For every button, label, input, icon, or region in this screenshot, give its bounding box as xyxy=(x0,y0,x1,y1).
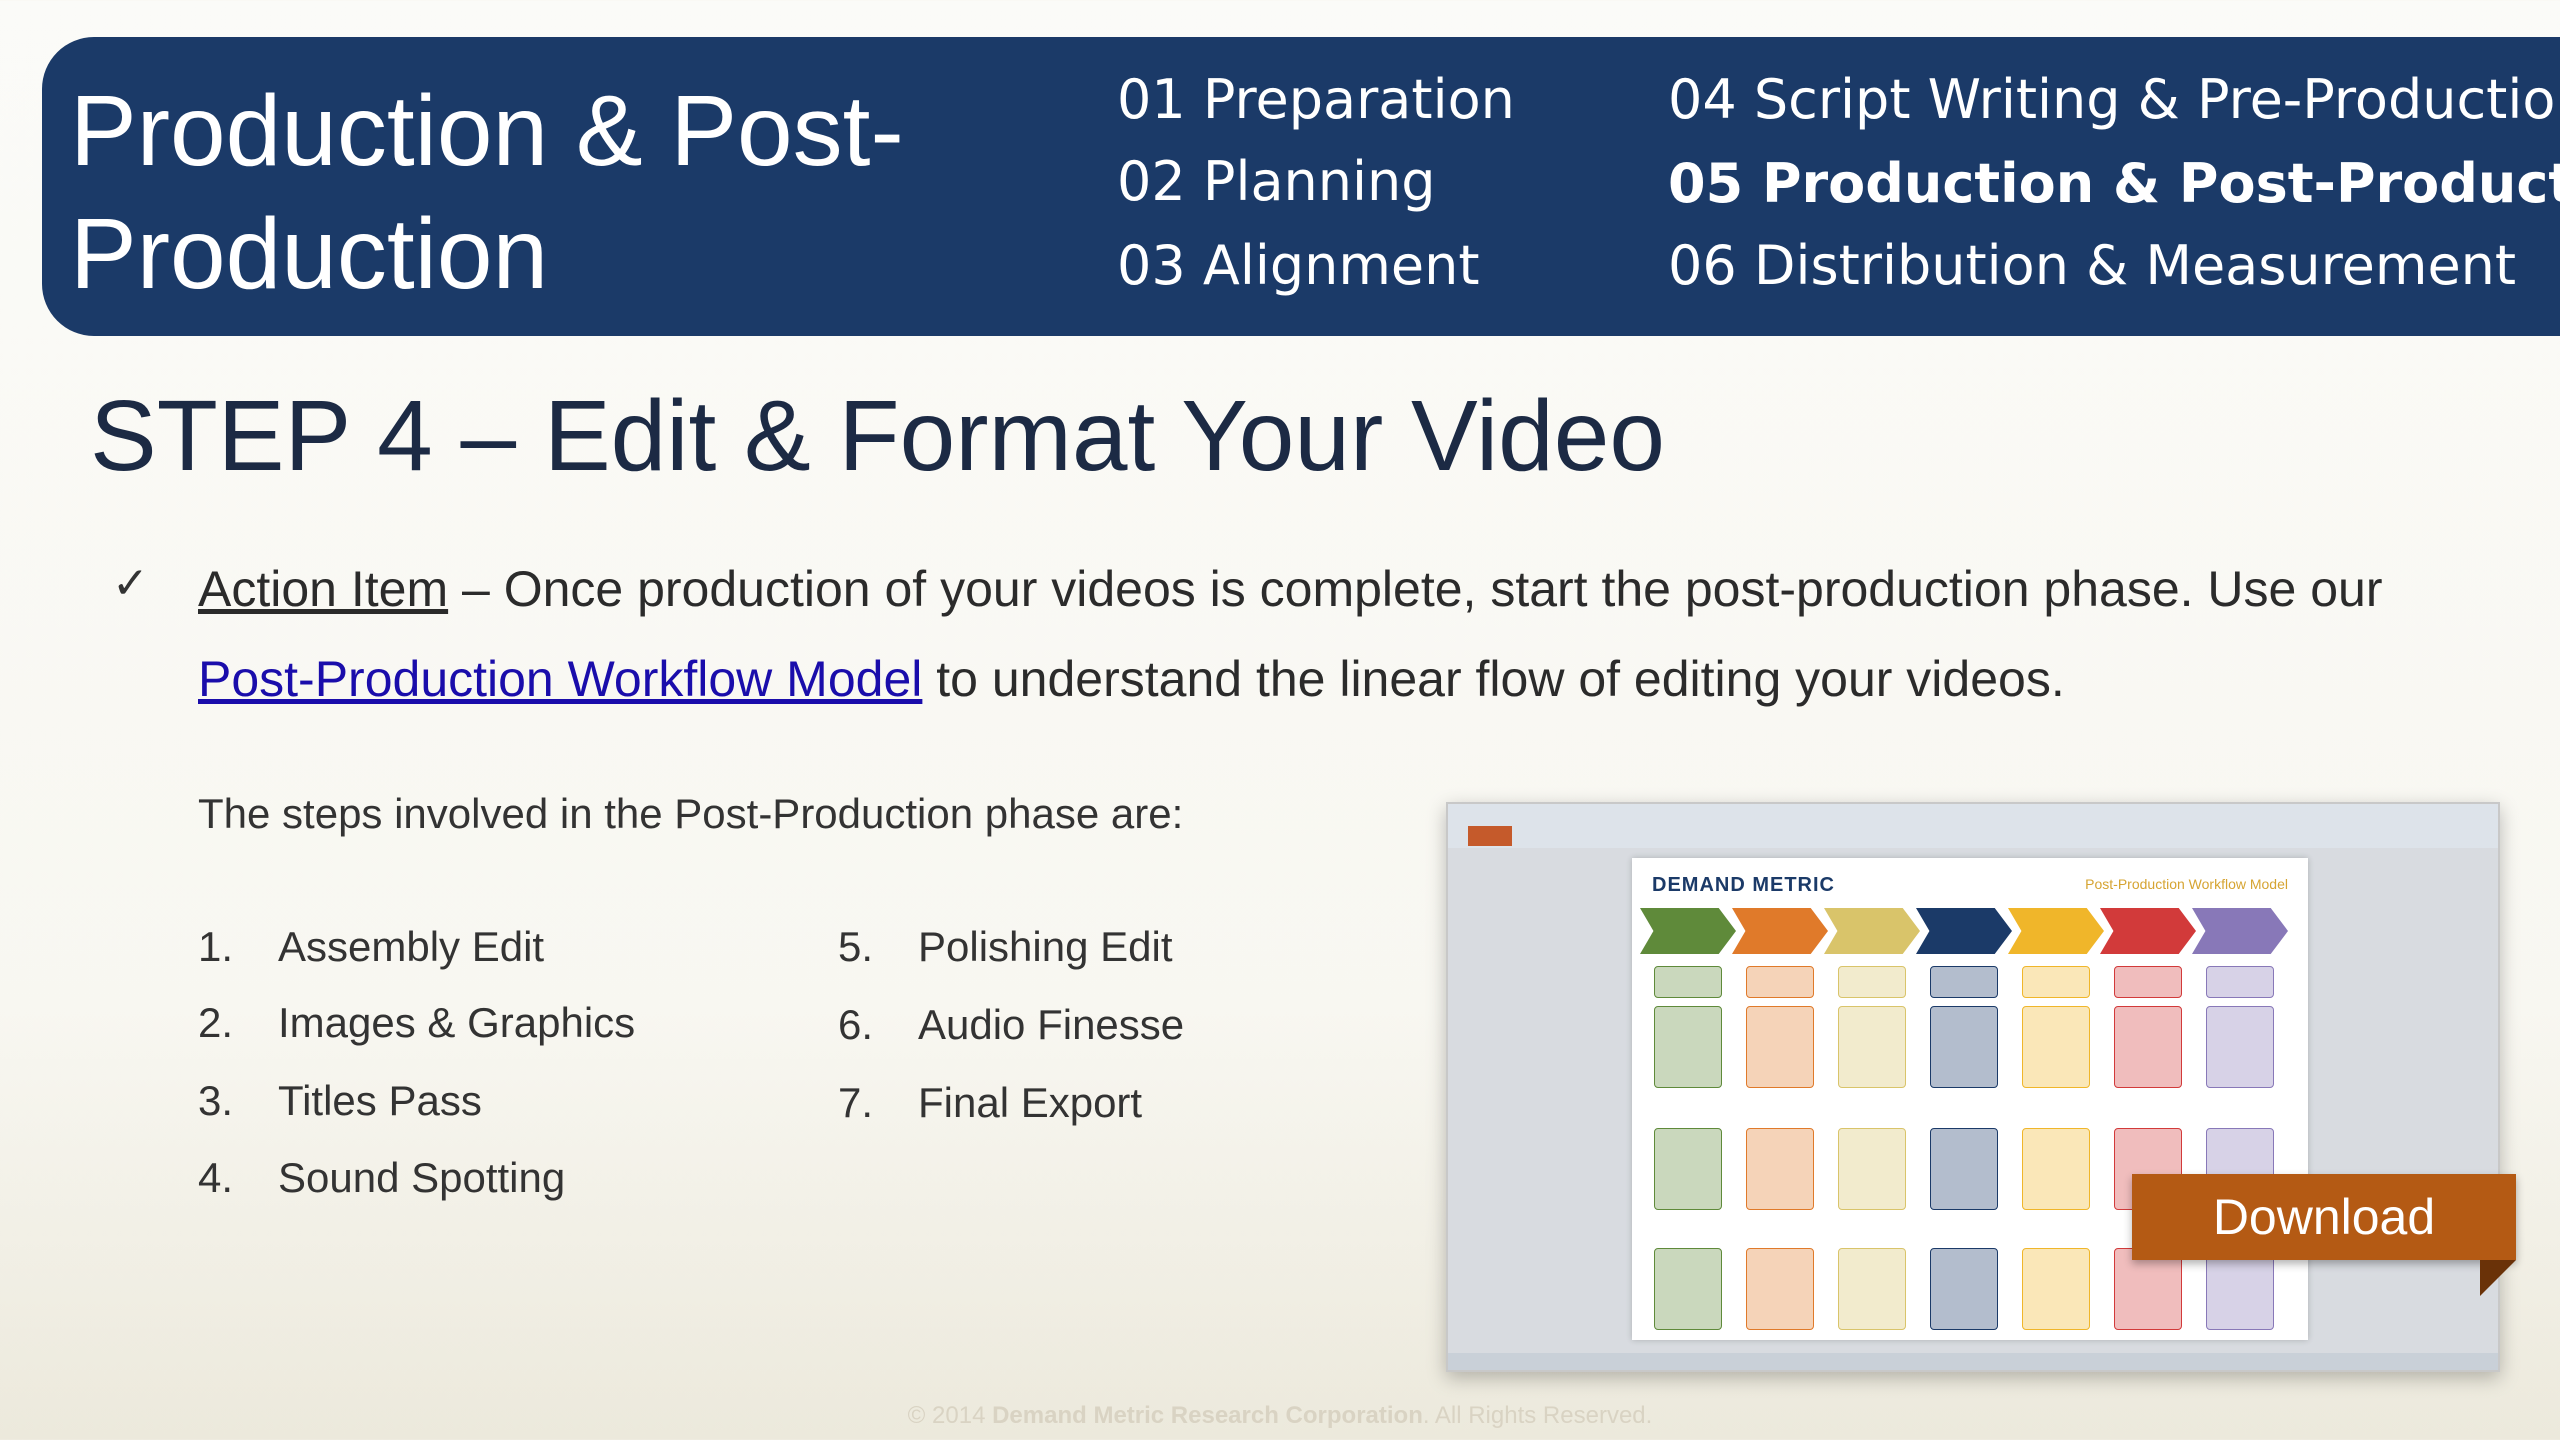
deck-section-title: Production & Post-Production xyxy=(70,75,904,310)
thumbnail-task-box xyxy=(1746,1248,1814,1330)
thumbnail-task-box xyxy=(2206,1006,2274,1088)
nav-item-script-writing[interactable]: 04 Script Writing & Pre-Production xyxy=(1668,70,2560,130)
nav-item-preparation[interactable]: 01 Preparation xyxy=(1117,70,1515,130)
step-title: STEP 4 – Edit & Format Your Video xyxy=(90,380,1665,492)
thumbnail-stage-chevron xyxy=(2008,908,2104,954)
step-item-7: 7. Final Export xyxy=(838,1079,1143,1126)
thumbnail-task-box xyxy=(2114,1006,2182,1088)
thumbnail-stage-chevron xyxy=(1732,908,1828,954)
thumbnail-task-box xyxy=(1746,1006,1814,1088)
thumbnail-stage-chevron xyxy=(2100,908,2196,954)
thumbnail-task-box xyxy=(2114,1248,2182,1330)
thumbnail-task-box xyxy=(2206,966,2274,998)
check-icon: ✓ xyxy=(112,558,149,609)
thumbnail-task-box xyxy=(1930,1006,1998,1088)
workflow-model-thumbnail[interactable]: DEMAND METRIC Post-Production Workflow M… xyxy=(1446,802,2500,1372)
step-item-4: 4. Sound Spotting xyxy=(198,1154,566,1201)
thumbnail-task-box xyxy=(1930,1248,1998,1330)
nav-item-distribution[interactable]: 06 Distribution & Measurement xyxy=(1668,236,2516,296)
thumbnail-task-box xyxy=(1746,966,1814,998)
step-item-6: 6. Audio Finesse xyxy=(838,1001,1185,1048)
thumbnail-task-box xyxy=(1838,1006,1906,1088)
steps-intro: The steps involved in the Post-Productio… xyxy=(198,790,1184,837)
thumbnail-slide: DEMAND METRIC Post-Production Workflow M… xyxy=(1632,858,2308,1340)
action-line-2: Post-Production Workflow Model to unders… xyxy=(198,648,2065,710)
footer-copyright: © 2014 Demand Metric Research Corporatio… xyxy=(907,1402,1653,1429)
thumbnail-task-box xyxy=(2114,966,2182,998)
demand-metric-logo: DEMAND METRIC xyxy=(1652,874,1835,896)
step-item-3: 3. Titles Pass xyxy=(198,1077,482,1124)
thumbnail-subtitle: Post-Production Workflow Model xyxy=(2085,876,2288,892)
action-line-1: Action Item – Once production of your vi… xyxy=(198,558,2382,620)
action-text-1: – Once production of your videos is comp… xyxy=(448,561,2383,617)
nav-item-alignment[interactable]: 03 Alignment xyxy=(1117,236,1480,296)
thumbnail-ribbon xyxy=(1448,804,2498,850)
thumbnail-statusbar xyxy=(1448,1353,2498,1370)
thumbnail-task-box xyxy=(2206,1248,2274,1330)
thumbnail-task-box xyxy=(1654,1128,1722,1210)
thumbnail-task-box xyxy=(1746,1128,1814,1210)
thumbnail-stage-chevron xyxy=(2192,908,2288,954)
action-text-2: to understand the linear flow of editing… xyxy=(922,651,2065,707)
thumbnail-task-box xyxy=(2022,1248,2090,1330)
nav-item-planning[interactable]: 02 Planning xyxy=(1117,152,1436,212)
thumbnail-task-box xyxy=(1654,1006,1722,1088)
thumbnail-task-box xyxy=(1838,966,1906,998)
thumbnail-task-box xyxy=(2022,966,2090,998)
nav-item-production-active[interactable]: 05 Production & Post-Production xyxy=(1668,154,2560,214)
thumbnail-stage-chevron xyxy=(1640,908,1736,954)
thumbnail-task-box xyxy=(1654,966,1722,998)
step-item-2: 2. Images & Graphics xyxy=(198,999,636,1046)
thumbnail-stage-chevron xyxy=(1916,908,2012,954)
download-ribbon-fold xyxy=(2480,1260,2516,1296)
action-item-label: Action Item xyxy=(198,561,449,617)
thumbnail-task-box xyxy=(2022,1006,2090,1088)
workflow-model-link[interactable]: Post-Production Workflow Model xyxy=(198,651,922,707)
thumbnail-task-box xyxy=(1838,1128,1906,1210)
thumbnail-task-box xyxy=(1930,1128,1998,1210)
thumbnail-task-box xyxy=(1838,1248,1906,1330)
thumbnail-canvas: DEMAND METRIC Post-Production Workflow M… xyxy=(1448,848,2498,1353)
thumbnail-task-box xyxy=(2022,1128,2090,1210)
step-item-1: 1. Assembly Edit xyxy=(198,923,545,970)
thumbnail-stage-chevron xyxy=(1824,908,1920,954)
thumbnail-task-box xyxy=(1930,966,1998,998)
download-button[interactable]: Download xyxy=(2132,1174,2516,1260)
thumbnail-task-box xyxy=(1654,1248,1722,1330)
step-item-5: 5. Polishing Edit xyxy=(838,923,1173,970)
